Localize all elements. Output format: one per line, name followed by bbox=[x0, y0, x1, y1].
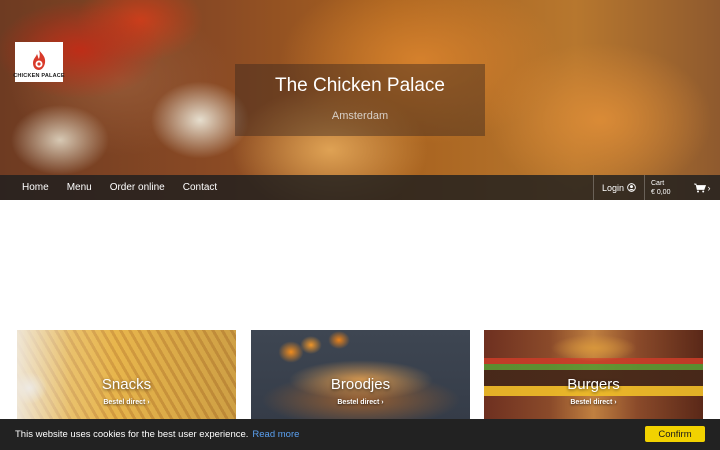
card-order-link[interactable]: Bestel direct › bbox=[251, 399, 470, 406]
nav-home[interactable]: Home bbox=[22, 182, 49, 193]
cookie-read-more-link[interactable]: Read more bbox=[252, 429, 299, 440]
cart-summary[interactable]: Cart € 0,00 bbox=[644, 175, 684, 200]
chevron-right-icon: › bbox=[707, 182, 711, 193]
cart-label: Cart bbox=[651, 179, 665, 187]
user-circle-icon bbox=[627, 183, 636, 192]
card-title: Broodjes bbox=[330, 376, 391, 393]
nav-right: Login Cart € 0,00 › bbox=[592, 175, 720, 200]
card-order-link[interactable]: Bestel direct › bbox=[17, 399, 236, 406]
hero-banner: CHICKEN PALACE The Chicken Palace Amster… bbox=[0, 0, 720, 200]
card-title: Snacks bbox=[101, 376, 152, 393]
login-button[interactable]: Login bbox=[592, 175, 644, 200]
cookie-bar: This website uses cookies for the best u… bbox=[0, 419, 720, 450]
category-cards: Snacks Bestel direct › Broodjes Bestel d… bbox=[17, 330, 703, 420]
card-order-link[interactable]: Bestel direct › bbox=[484, 399, 703, 406]
nav-contact[interactable]: Contact bbox=[183, 182, 217, 193]
logo-text: CHICKEN PALACE bbox=[13, 73, 65, 79]
shopping-cart-icon bbox=[693, 183, 706, 192]
category-card-broodjes[interactable]: Broodjes Bestel direct › bbox=[251, 330, 470, 420]
cart-button[interactable]: › bbox=[684, 175, 720, 200]
nav-menu[interactable]: Menu bbox=[67, 182, 92, 193]
nav-links: Home Menu Order online Contact bbox=[0, 182, 235, 193]
cart-amount: € 0,00 bbox=[651, 188, 671, 196]
cookie-message: This website uses cookies for the best u… bbox=[15, 429, 249, 440]
page-title: The Chicken Palace bbox=[274, 75, 446, 96]
chicken-flame-icon bbox=[33, 50, 46, 70]
nav-order-online[interactable]: Order online bbox=[110, 182, 165, 193]
category-card-snacks[interactable]: Snacks Bestel direct › bbox=[17, 330, 236, 420]
category-card-burgers[interactable]: Burgers Bestel direct › bbox=[484, 330, 703, 420]
location-subtitle: Amsterdam bbox=[331, 110, 389, 122]
card-title: Burgers bbox=[567, 376, 620, 393]
logo[interactable]: CHICKEN PALACE bbox=[13, 42, 65, 82]
login-label: Login bbox=[601, 182, 624, 193]
navbar: Home Menu Order online Contact Login Car… bbox=[0, 175, 720, 200]
cookie-confirm-button[interactable]: Confirm bbox=[645, 426, 705, 442]
title-box: The Chicken Palace Amsterdam bbox=[235, 64, 485, 136]
